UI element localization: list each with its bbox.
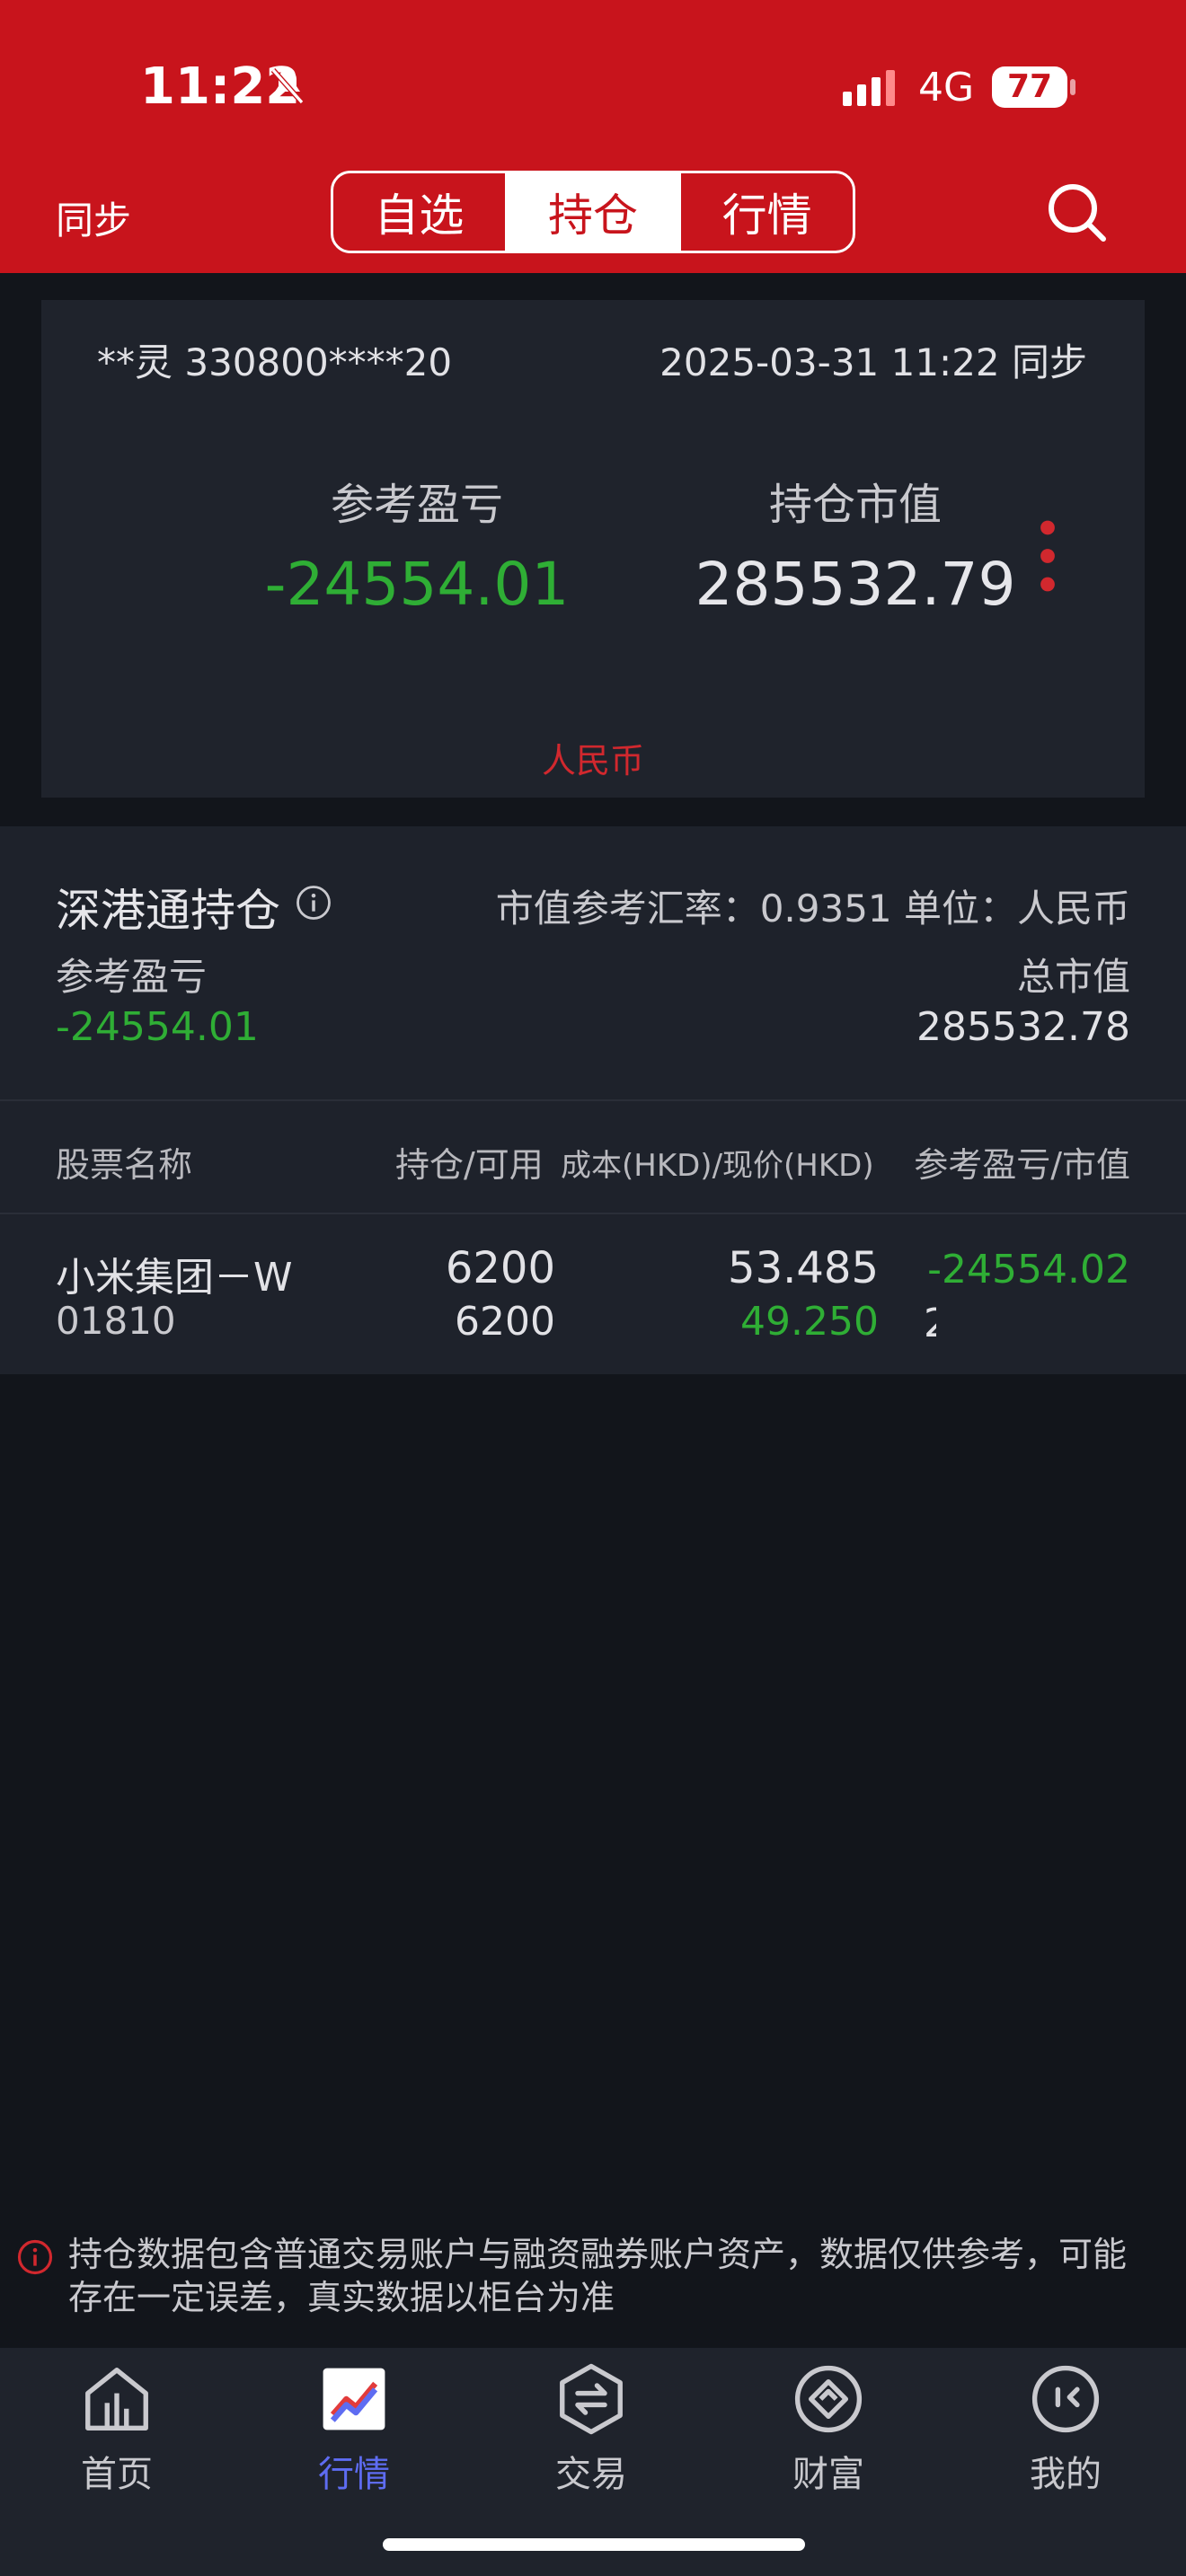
cost-price: 53.485 xyxy=(728,1243,879,1293)
stock-code: 01810 xyxy=(56,1299,176,1343)
nav-profile[interactable]: 我的 xyxy=(985,2360,1146,2497)
status-bar: 11:22 4G 77 xyxy=(0,0,1186,171)
signal-icon xyxy=(843,70,895,106)
segmented-tabs: 自选 持仓 行情 xyxy=(331,171,855,253)
nav-trade[interactable]: 交易 xyxy=(510,2360,672,2497)
info-icon[interactable] xyxy=(295,884,332,922)
col-header-hold: 持仓/可用 xyxy=(395,1145,544,1185)
warning-info-icon xyxy=(17,2239,53,2275)
nav-market[interactable]: 行情 xyxy=(273,2360,435,2497)
table-row[interactable]: 小米集团－W 01810 6200 6200 53.485 49.250 -24… xyxy=(0,1214,1186,1374)
nav-wealth[interactable]: 财富 xyxy=(748,2360,909,2497)
home-indicator xyxy=(383,2538,805,2551)
holdings-title: 深港通持仓 xyxy=(56,885,280,937)
col-header-cost: 成本(HKD)/现价(HKD) xyxy=(561,1148,874,1184)
nav-profile-label: 我的 xyxy=(1030,2454,1102,2495)
header: 同步 自选 持仓 行情 xyxy=(0,171,1186,273)
tab-market[interactable]: 行情 xyxy=(678,173,853,251)
total-market-value-label: 总市值 xyxy=(1016,955,1130,999)
profile-icon xyxy=(1031,2365,1100,2433)
sync-time: 2025-03-31 11:22 同步 xyxy=(659,340,1087,384)
battery-tip xyxy=(1070,79,1075,95)
market-value-value: 285532.79 xyxy=(695,550,1016,619)
ref-pl-label: 参考盈亏 xyxy=(330,480,503,530)
ref-pl-value: -24554.01 xyxy=(264,550,570,619)
holdings-pl-value: -24554.01 xyxy=(56,1004,259,1050)
disclaimer-text: 持仓数据包含普通交易账户与融资融券账户资产，数据仅供参考，可能存在一定误差，真实… xyxy=(68,2235,1128,2317)
sync-button[interactable]: 同步 xyxy=(56,190,131,245)
available-qty: 6200 xyxy=(455,1299,555,1345)
nav-home[interactable]: 首页 xyxy=(36,2360,198,2497)
holdings-pl-label: 参考盈亏 xyxy=(56,955,208,999)
tab-watchlist[interactable]: 自选 xyxy=(333,173,505,251)
exchange-rate-unit: 市值参考汇率：0.9351 单位：人民币 xyxy=(495,887,1130,931)
nav-home-label: 首页 xyxy=(81,2454,153,2495)
disclaimer: 持仓数据包含普通交易账户与融资融券账户资产，数据仅供参考，可能存在一定误差，真实… xyxy=(0,2222,1186,2348)
table-header: 股票名称 持仓/可用 成本(HKD)/现价(HKD) 参考盈亏/市值 xyxy=(0,1101,1186,1214)
summary-section: **灵 330800****20 2025-03-31 11:22 同步 参考盈… xyxy=(0,273,1186,826)
row-pl: -24554.02 xyxy=(927,1247,1130,1292)
nav-trade-label: 交易 xyxy=(555,2454,627,2495)
wealth-icon xyxy=(794,2365,863,2433)
search-icon[interactable] xyxy=(1044,180,1109,244)
network-type: 4G xyxy=(918,65,975,110)
battery-icon: 77 xyxy=(992,66,1067,108)
trade-icon xyxy=(560,2363,623,2435)
market-icon xyxy=(323,2368,385,2430)
summary-card: **灵 330800****20 2025-03-31 11:22 同步 参考盈… xyxy=(41,300,1145,798)
account-number: **灵 330800****20 xyxy=(97,340,453,384)
more-vertical-icon[interactable] xyxy=(1040,519,1055,593)
bell-muted-icon xyxy=(270,68,305,104)
market-value-label: 持仓市值 xyxy=(768,480,942,530)
row-market-value: 285532.78 xyxy=(924,1301,936,1346)
col-header-name: 股票名称 xyxy=(56,1145,193,1185)
nav-wealth-label: 财富 xyxy=(792,2454,864,2495)
current-price: 49.250 xyxy=(740,1299,879,1345)
currency-switch[interactable]: 人民币 xyxy=(41,733,1145,782)
tab-positions[interactable]: 持仓 xyxy=(504,173,679,251)
holding-qty: 6200 xyxy=(445,1243,555,1293)
total-market-value-value: 285532.78 xyxy=(916,1004,1130,1050)
stock-name: 小米集团－W xyxy=(56,1255,293,1301)
nav-market-label: 行情 xyxy=(318,2454,390,2495)
home-icon xyxy=(85,2368,148,2430)
holdings-section: 深港通持仓 市值参考汇率：0.9351 单位：人民币 参考盈亏 -24554.0… xyxy=(0,826,1186,1101)
col-header-pl: 参考盈亏/市值 xyxy=(914,1145,1130,1185)
